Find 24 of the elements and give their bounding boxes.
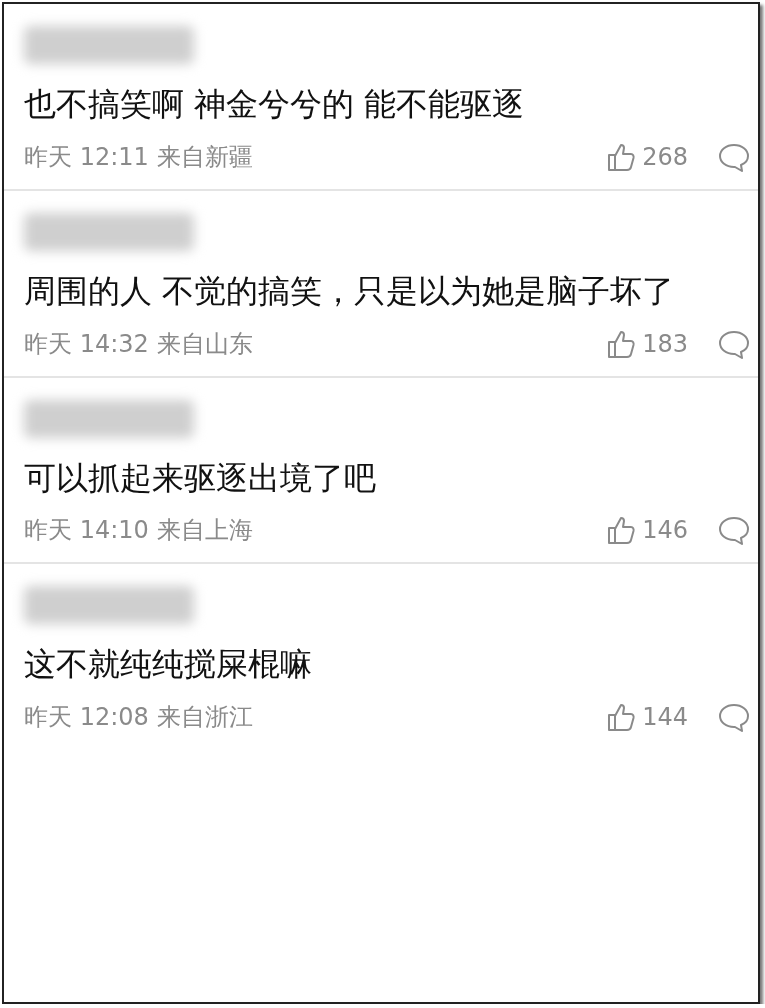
comment-time: 昨天 12:11 xyxy=(24,141,149,173)
comment-location: 来自山东 xyxy=(156,328,253,360)
comment-text: 也不搞笑啊 神金兮兮的 能不能驱逐 xyxy=(24,84,526,125)
comment-icon[interactable] xyxy=(718,702,750,733)
comment-icon[interactable] xyxy=(718,515,750,546)
comment-location: 来自新疆 xyxy=(156,141,253,173)
comment-icon[interactable] xyxy=(718,328,750,359)
comment-text: 可以抓起来驱逐出境了吧 xyxy=(24,457,377,499)
comment-text: 周围的人 不觉的搞笑，只是以为她是脑子坏了 xyxy=(24,270,676,312)
thumbs-up-icon[interactable] xyxy=(606,515,637,546)
thumbs-up-icon[interactable] xyxy=(606,702,637,733)
like-count: 146 xyxy=(642,515,688,547)
comment-location: 来自上海 xyxy=(156,515,253,547)
comment-text: 这不就纯纯搅屎棍嘛 xyxy=(24,644,313,686)
like-count: 144 xyxy=(642,702,688,734)
comment-time: 昨天 14:10 xyxy=(24,515,149,547)
like-count: 268 xyxy=(642,141,688,173)
thumbs-up-icon[interactable] xyxy=(606,328,637,359)
comment-time: 昨天 14:32 xyxy=(24,328,149,360)
like-count: 183 xyxy=(642,328,688,360)
comment-icon[interactable] xyxy=(718,141,750,172)
comment-location: 来自浙江 xyxy=(156,702,253,734)
thumbs-up-icon[interactable] xyxy=(606,141,637,172)
comment-time: 昨天 12:08 xyxy=(24,702,149,734)
